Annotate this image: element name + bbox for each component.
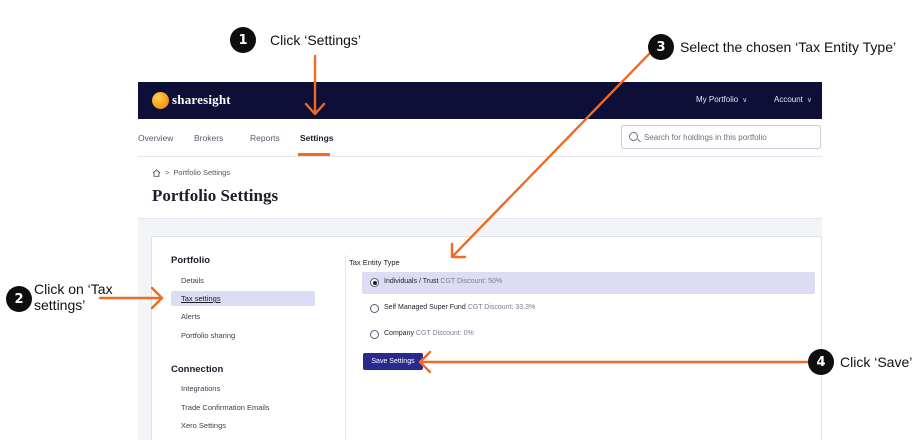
step-1-instruction: Click ‘Settings’: [270, 32, 362, 48]
step-3-badge: 3: [648, 34, 674, 60]
step-2-line-1: Click on ‘Tax: [34, 281, 113, 297]
arrow-to-tax-entity: [450, 50, 653, 259]
step-2-line-2: settings’: [34, 297, 86, 313]
step-4-instruction: Click ‘Save’: [840, 354, 913, 370]
step-2-badge: 2: [6, 286, 32, 312]
annotation-arrows: [98, 50, 810, 374]
arrow-to-settings: [304, 54, 326, 116]
arrow-to-save-button: [418, 350, 810, 374]
step-1-badge: 1: [230, 27, 256, 53]
step-4-badge: 4: [808, 349, 834, 375]
step-2-instruction: Click on ‘Tax settings’: [34, 281, 113, 313]
step-3-instruction: Select the chosen ‘Tax Entity Type’: [680, 39, 897, 55]
